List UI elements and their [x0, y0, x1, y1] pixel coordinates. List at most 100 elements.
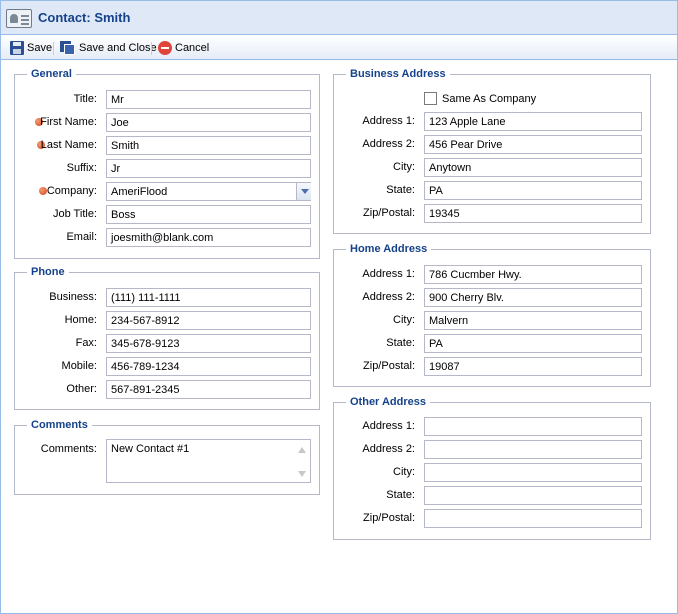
window-title: Contact: Smith [38, 10, 131, 25]
phone-fieldset: Phone Business: (111) 111-1111 Home: 234… [14, 266, 320, 410]
other-phone-row: Other: 567-891-2345 [15, 380, 319, 399]
business-address1-row: Address 1: 123 Apple Lane [334, 112, 650, 131]
mobile-row: Mobile: 456-789-1234 [15, 357, 319, 376]
business-address-fieldset: Business Address Same As Company Address… [333, 68, 651, 234]
other-address1-row: Address 1: [334, 417, 650, 436]
comments-legend: Comments [27, 419, 92, 431]
other-address1-input[interactable] [424, 417, 642, 436]
business-city-label: City: [393, 161, 415, 173]
home-address1-input[interactable]: 786 Cucmber Hwy. [424, 265, 642, 284]
business-phone-row: Business: (111) 111-1111 [15, 288, 319, 307]
business-phone-input[interactable]: (111) 111-1111 [106, 288, 311, 307]
general-fieldset: General Title: Mr First Name: Joe Last N… [14, 68, 320, 259]
home-city-row: City: Malvern [334, 311, 650, 330]
phone-legend: Phone [27, 266, 69, 278]
other-address2-input[interactable] [424, 440, 642, 459]
other-phone-label: Other: [66, 383, 97, 395]
title-label: Title: [73, 93, 97, 105]
other-address2-row: Address 2: [334, 440, 650, 459]
other-zip-row: Zip/Postal: [334, 509, 650, 528]
company-select[interactable]: AmeriFlood [106, 182, 311, 201]
other-zip-label: Zip/Postal: [363, 512, 415, 524]
home-phone-input[interactable]: 234-567-8912 [106, 311, 311, 330]
save-button[interactable]: Save [10, 40, 52, 56]
cancel-label: Cancel [175, 42, 210, 54]
fax-row: Fax: 345-678-9123 [15, 334, 319, 353]
email-label: Email: [66, 231, 97, 243]
last-name-row: Last Name: Smith [15, 136, 319, 155]
home-address2-label: Address 2: [362, 291, 415, 303]
save-and-close-button[interactable]: Save and Close [60, 40, 157, 56]
home-city-label: City: [393, 314, 415, 326]
business-state-label: State: [386, 184, 415, 196]
other-zip-input[interactable] [424, 509, 642, 528]
business-state-input[interactable]: PA [424, 181, 642, 200]
business-address1-input[interactable]: 123 Apple Lane [424, 112, 642, 131]
window-titlebar: Contact: Smith [1, 1, 677, 35]
same-as-company-label: Same As Company [442, 93, 537, 105]
save-and-close-label: Save and Close [79, 42, 157, 54]
suffix-input[interactable]: Jr [106, 159, 311, 178]
other-city-input[interactable] [424, 463, 642, 482]
first-name-label: First Name: [40, 116, 97, 128]
home-address1-row: Address 1: 786 Cucmber Hwy. [334, 265, 650, 284]
email-input[interactable]: joesmith@blank.com [106, 228, 311, 247]
first-name-input[interactable]: Joe [106, 113, 311, 132]
title-row: Title: Mr [15, 90, 319, 109]
email-row: Email: joesmith@blank.com [15, 228, 319, 247]
save-label: Save [27, 42, 53, 54]
same-as-company-row[interactable]: Same As Company [334, 90, 650, 108]
last-name-input[interactable]: Smith [106, 136, 311, 155]
home-zip-input[interactable]: 19087 [424, 357, 642, 376]
other-address-legend: Other Address [346, 396, 431, 408]
home-address2-row: Address 2: 900 Cherry Blv. [334, 288, 650, 307]
cancel-icon [158, 41, 172, 55]
home-phone-row: Home: 234-567-8912 [15, 311, 319, 330]
fax-input[interactable]: 345-678-9123 [106, 334, 311, 353]
suffix-label: Suffix: [66, 162, 97, 174]
toolbar-separator [151, 42, 152, 55]
comments-label: Comments: [40, 443, 97, 455]
business-phone-label: Business: [49, 291, 97, 303]
home-phone-label: Home: [64, 314, 97, 326]
business-city-input[interactable]: Anytown [424, 158, 642, 177]
job-title-input[interactable]: Boss [106, 205, 311, 224]
home-address-fieldset: Home Address Address 1: 786 Cucmber Hwy.… [333, 243, 651, 387]
home-address1-label: Address 1: [362, 268, 415, 280]
home-address2-input[interactable]: 900 Cherry Blv. [424, 288, 642, 307]
business-city-row: City: Anytown [334, 158, 650, 177]
other-city-row: City: [334, 463, 650, 482]
same-as-company-checkbox[interactable] [424, 92, 437, 105]
mobile-input[interactable]: 456-789-1234 [106, 357, 311, 376]
floppy-disk-icon [10, 41, 24, 55]
scroll-up-icon[interactable] [298, 447, 306, 453]
comments-fieldset: Comments Comments: New Contact #1 [14, 419, 320, 495]
home-state-row: State: PA [334, 334, 650, 353]
home-zip-row: Zip/Postal: 19087 [334, 357, 650, 376]
business-zip-row: Zip/Postal: 19345 [334, 204, 650, 223]
business-state-row: State: PA [334, 181, 650, 200]
scroll-down-icon[interactable] [298, 471, 306, 477]
home-address-legend: Home Address [346, 243, 432, 255]
chevron-down-icon[interactable] [296, 183, 311, 200]
comments-textarea[interactable]: New Contact #1 [106, 439, 311, 483]
other-address2-label: Address 2: [362, 443, 415, 455]
mobile-label: Mobile: [61, 360, 97, 372]
business-address2-input[interactable]: 456 Pear Drive [424, 135, 642, 154]
contact-window: Contact: Smith Save Save and Close Cance… [0, 0, 678, 614]
business-zip-input[interactable]: 19345 [424, 204, 642, 223]
job-title-label: Job Title: [52, 208, 97, 220]
other-phone-input[interactable]: 567-891-2345 [106, 380, 311, 399]
first-name-row: First Name: Joe [15, 113, 319, 132]
title-input[interactable]: Mr [106, 90, 311, 109]
textarea-scrollbar[interactable] [295, 441, 309, 485]
home-state-input[interactable]: PA [424, 334, 642, 353]
home-city-input[interactable]: Malvern [424, 311, 642, 330]
business-address-legend: Business Address [346, 68, 450, 80]
home-state-label: State: [386, 337, 415, 349]
other-state-input[interactable] [424, 486, 642, 505]
toolbar: Save Save and Close Cancel [1, 36, 677, 60]
home-zip-label: Zip/Postal: [363, 360, 415, 372]
business-address1-label: Address 1: [362, 115, 415, 127]
cancel-button[interactable]: Cancel [158, 40, 209, 56]
